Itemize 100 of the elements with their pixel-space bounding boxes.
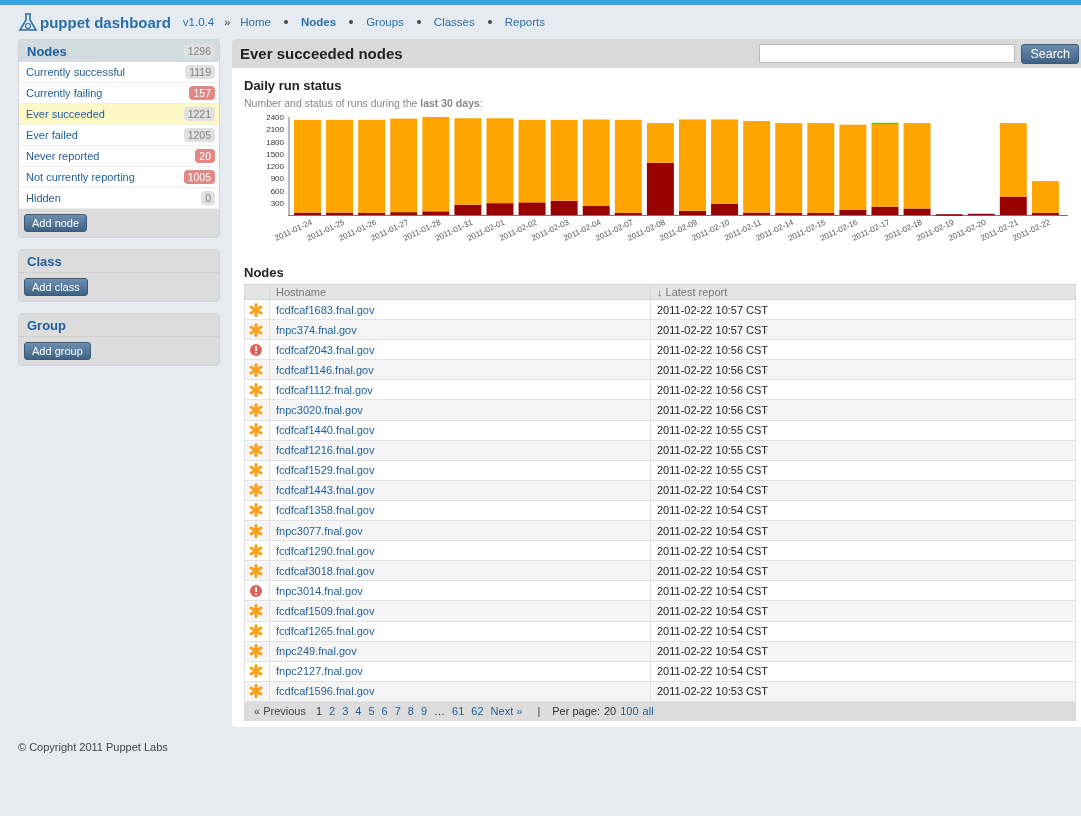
page-link[interactable]: 61 — [452, 705, 465, 718]
panel-title: Group — [27, 317, 66, 333]
report-time: 2011-02-22 10:57 CST — [657, 323, 769, 336]
sidebar-item[interactable]: Ever failed 1205 — [19, 125, 219, 146]
page-link[interactable]: 7 — [394, 705, 401, 718]
search-button[interactable]: Search — [1021, 43, 1079, 64]
page-gap: … — [434, 705, 446, 718]
count-badge: 1221 — [183, 107, 215, 121]
report-time: 2011-02-22 10:55 CST — [657, 424, 769, 437]
search-field[interactable] — [759, 44, 1016, 63]
per-page-label: Per page: — [552, 705, 600, 718]
sidebar-item[interactable]: Never reported 20 — [19, 146, 219, 167]
hostname-link[interactable]: fcdfcaf1509.fnal.gov — [276, 604, 375, 617]
hostname-link[interactable]: fcdfcaf1683.fnal.gov — [276, 303, 375, 316]
page-link[interactable]: 5 — [368, 705, 375, 718]
axis-tick-label: 2400 — [266, 113, 284, 122]
nav-link[interactable]: Nodes — [301, 16, 337, 28]
hostname-link[interactable]: fcdfcaf1265.fnal.gov — [276, 625, 375, 638]
hostname-link[interactable]: fnpc3077.fnal.gov — [276, 524, 363, 537]
axis-tick-label: 600 — [270, 186, 284, 196]
previous-link[interactable]: « Previous — [254, 705, 306, 718]
hostname-link[interactable]: fcdfcaf3018.fnal.gov — [276, 564, 375, 577]
count-badge: 20 — [195, 149, 215, 163]
count-badge: 1296 — [183, 44, 215, 58]
page-link[interactable]: 4 — [355, 705, 362, 718]
add-button[interactable]: Add class — [24, 278, 88, 296]
sidebar-item[interactable]: Hidden 0 — [19, 188, 219, 209]
report-time: 2011-02-22 10:54 CST — [657, 524, 769, 537]
report-time: 2011-02-22 10:56 CST — [657, 343, 769, 356]
report-time: 2011-02-22 10:54 CST — [657, 504, 769, 517]
nav-link[interactable]: Reports — [504, 16, 546, 28]
report-time: 2011-02-22 10:54 CST — [657, 604, 769, 617]
hostname-link[interactable]: fnpc374.fnal.gov — [276, 323, 357, 336]
flask-logo-icon[interactable] — [18, 12, 38, 32]
report-time: 2011-02-22 10:57 CST — [657, 303, 769, 316]
section-title: Nodes — [244, 265, 285, 280]
count-badge: 1205 — [183, 128, 215, 142]
report-time: 2011-02-22 10:54 CST — [657, 625, 769, 638]
hostname-link[interactable]: fnpc3020.fnal.gov — [276, 404, 363, 416]
per-page-link[interactable]: 100 — [620, 705, 639, 718]
hostname-link[interactable]: fcdfcaf1443.fnal.gov — [276, 484, 375, 497]
report-time: 2011-02-22 10:55 CST — [657, 464, 769, 477]
nav-link[interactable]: Home — [240, 16, 271, 28]
page-link[interactable]: 3 — [342, 705, 349, 718]
count-badge: 157 — [189, 86, 215, 100]
page-link[interactable]: 62 — [471, 705, 484, 718]
hostname-link[interactable]: fnpc2127.fnal.gov — [276, 665, 363, 678]
count-badge: 1119 — [185, 65, 215, 79]
panel-title: Nodes — [27, 43, 67, 59]
hostname-link[interactable]: fcdfcaf1529.fnal.gov — [276, 464, 375, 477]
hostname-link[interactable]: fcdfcaf1290.fnal.gov — [276, 544, 375, 557]
per-page-link[interactable]: all — [642, 705, 654, 718]
add-button[interactable]: Add group — [24, 342, 91, 360]
page-link[interactable]: 9 — [421, 705, 428, 718]
report-time: 2011-02-22 10:53 CST — [657, 685, 769, 698]
sidebar-item[interactable]: Currently successful 1119 — [19, 62, 219, 83]
hostname-link[interactable]: fcdfcaf1146.fnal.gov — [276, 363, 374, 376]
sidebar-item[interactable]: Ever succeeded 1221 — [19, 104, 219, 125]
hostname-link[interactable]: fcdfcaf1440.fnal.gov — [276, 424, 375, 437]
copyright-text: © Copyright 2011 Puppet Labs — [18, 741, 168, 753]
brand-title[interactable]: puppet dashboard — [40, 13, 171, 31]
report-time: 2011-02-22 10:54 CST — [657, 544, 769, 557]
report-time: 2011-02-22 10:56 CST — [657, 383, 769, 396]
hostname-link[interactable]: fnpc3014.fnal.gov — [276, 584, 363, 597]
per-page-link[interactable]: 20 — [603, 705, 617, 718]
hostname-link[interactable]: fcdfcaf2043.fnal.gov — [276, 343, 375, 356]
page-link[interactable]: 6 — [381, 705, 388, 718]
sidebar-item[interactable]: Currently failing 157 — [19, 83, 219, 104]
hostname-link[interactable]: fcdfcaf1216.fnal.gov — [276, 444, 375, 457]
axis-tick-label: 1500 — [266, 149, 284, 159]
axis-tick-label: 300 — [270, 198, 284, 208]
count-badge: 0 — [201, 191, 215, 205]
chart-caption: Number and status of runs during the last 30 days: — [244, 97, 484, 109]
hostname-link[interactable]: fcdfcaf1112.fnal.gov — [276, 383, 373, 396]
section-title: Daily run status — [244, 78, 343, 93]
report-time: 2011-02-22 10:54 CST — [657, 584, 769, 597]
page-title: Ever succeeded nodes — [240, 45, 404, 62]
sidebar-item[interactable]: Not currently reporting 1005 — [19, 167, 219, 188]
report-time: 2011-02-22 10:56 CST — [657, 404, 769, 416]
report-time: 2011-02-22 10:54 CST — [657, 645, 769, 658]
axis-tick-label: 1800 — [266, 137, 284, 147]
column-header[interactable]: ↓ Latest report — [650, 284, 1076, 300]
column-header[interactable]: Hostname — [269, 284, 651, 300]
report-time: 2011-02-22 10:55 CST — [657, 444, 769, 457]
axis-tick-label: 1200 — [266, 162, 284, 171]
report-time: 2011-02-22 10:54 CST — [657, 665, 769, 678]
add-node-button[interactable]: Add node — [24, 214, 88, 232]
count-badge: 1005 — [183, 170, 215, 184]
hostname-link[interactable]: fcdfcaf1596.fnal.gov — [276, 685, 375, 698]
pager-divider: | — [537, 705, 541, 718]
nav-link[interactable]: Groups — [366, 16, 404, 28]
hostname-link[interactable]: fcdfcaf1358.fnal.gov — [276, 504, 375, 517]
page-link[interactable]: 1 — [316, 705, 323, 718]
next-link[interactable]: Next » — [490, 705, 523, 718]
hostname-link[interactable]: fnpc249.fnal.gov — [276, 645, 357, 658]
nav-link[interactable]: Classes — [433, 16, 475, 28]
axis-tick-label: 900 — [270, 174, 284, 184]
page-link[interactable]: 8 — [407, 705, 414, 718]
report-time: 2011-02-22 10:54 CST — [657, 564, 769, 577]
page-link[interactable]: 2 — [329, 705, 336, 718]
